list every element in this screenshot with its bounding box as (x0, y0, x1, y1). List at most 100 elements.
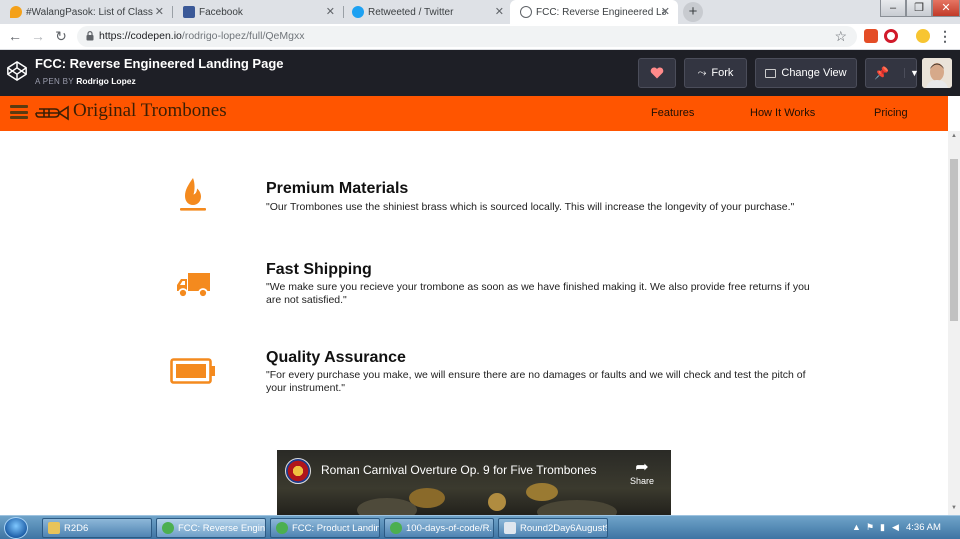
browser-tab-3-active[interactable]: FCC: Reverse Engineered Landing ✕ (510, 0, 678, 24)
nav-link-features[interactable]: Features (651, 107, 694, 119)
pen-by-label: A PEN BY (35, 77, 74, 86)
layout-icon (765, 68, 777, 78)
star-icon[interactable]: ☆ (834, 28, 847, 45)
opera-icon[interactable] (884, 29, 898, 43)
feature-description: "For every purchase you make, we will en… (266, 369, 806, 394)
taskbar-item-label: FCC: Reverse Engine... (178, 522, 266, 534)
scroll-thumb[interactable] (950, 159, 958, 321)
features-section: Premium Materials "Our Trombones use the… (0, 131, 948, 515)
pen-title: FCC: Reverse Engineered Landing Page (35, 56, 284, 71)
feature-description: "We make sure you recieve your trombone … (266, 281, 810, 306)
fork-button[interactable]: ⤳ Fork (684, 58, 747, 88)
chrome-icon (276, 522, 288, 534)
video-thumbnail (357, 483, 617, 515)
brand-name: Original Trombones (73, 100, 227, 121)
youtube-video-embed[interactable]: Roman Carnival Overture Op. 9 for Five T… (277, 450, 671, 515)
taskbar-item[interactable]: Round2Day6August9... (498, 518, 608, 538)
feature-title: Fast Shipping (266, 261, 372, 278)
codepen-header: FCC: Reverse Engineered Landing Page A P… (0, 50, 960, 96)
forward-icon[interactable]: → (29, 28, 47, 44)
browser-tab-0[interactable]: #WalangPasok: List of Class susp ✕ (0, 0, 172, 24)
taskbar-item-active[interactable]: FCC: Reverse Engine... (156, 518, 266, 538)
feature-description: "Our Trombones use the shiniest brass wh… (266, 201, 795, 213)
fork-label: Fork (711, 67, 734, 79)
heart-icon (650, 67, 664, 79)
site-header: Original Trombones Features How It Works… (0, 96, 948, 131)
share-arrow-icon: ➦ (635, 459, 649, 476)
change-view-button[interactable]: Change View (755, 58, 857, 88)
nav-link-how-it-works[interactable]: How It Works (750, 107, 815, 119)
video-title[interactable]: Roman Carnival Overture Op. 9 for Five T… (321, 463, 596, 477)
facebook-icon (183, 6, 195, 18)
tab-favicon-icon (10, 6, 22, 18)
trombone-icon (35, 105, 69, 121)
chrome-icon (390, 522, 402, 534)
back-icon[interactable]: ← (6, 28, 24, 44)
heart-button[interactable] (638, 58, 676, 88)
tab-title: Facebook (199, 6, 243, 18)
scroll-up-arrow-icon[interactable]: ▲ (951, 133, 957, 139)
taskbar-item-label: R2D6 (64, 522, 89, 534)
pin-icon: 📌 (874, 66, 889, 80)
taskbar-item[interactable]: R2D6 (42, 518, 152, 538)
tab-strip: #WalangPasok: List of Class susp ✕ Faceb… (0, 0, 960, 24)
taskbar-item-label: 100-days-of-code/R... (406, 522, 494, 534)
browser-tab-1[interactable]: Facebook ✕ (173, 0, 343, 24)
start-button[interactable] (4, 517, 28, 539)
tab-title: FCC: Reverse Engineered Landing (536, 6, 666, 18)
tab-title: Retweeted / Twitter (368, 6, 454, 18)
folder-icon (48, 522, 60, 534)
flag-icon[interactable]: ⚑ (866, 522, 874, 533)
share-button[interactable]: ➦ Share (627, 459, 657, 487)
close-tab-icon[interactable]: ✕ (155, 5, 164, 18)
lock-icon (86, 31, 94, 41)
windows-taskbar: R2D6 FCC: Reverse Engine... FCC: Product… (0, 515, 960, 539)
chrome-icon (162, 522, 174, 534)
taskbar-item[interactable]: 100-days-of-code/R... (384, 518, 494, 538)
close-tab-icon[interactable]: ✕ (661, 5, 670, 18)
taskbar-item-label: Round2Day6August9... (520, 522, 607, 534)
browser-tab-2[interactable]: Retweeted / Twitter ✕ (342, 0, 512, 24)
extension-face-icon[interactable] (916, 29, 930, 43)
page-scrollbar[interactable]: ▲ ▼ (948, 131, 960, 515)
close-tab-icon[interactable]: ✕ (495, 5, 504, 18)
pin-button[interactable]: 📌 ▼ (865, 58, 919, 88)
extension-shield-icon[interactable] (864, 29, 878, 43)
feature-title: Premium Materials (266, 180, 409, 197)
restore-button[interactable]: ❐ (906, 0, 932, 17)
share-label: Share (629, 476, 655, 486)
scroll-down-arrow-icon[interactable]: ▼ (951, 505, 957, 511)
codepen-logo-icon[interactable] (6, 60, 28, 82)
show-hidden-icons-icon[interactable]: ▲ (852, 522, 861, 532)
new-tab-button[interactable]: + (683, 2, 703, 22)
network-icon[interactable]: ▮ (880, 522, 885, 533)
taskbar-item[interactable]: FCC: Product Landin... (270, 518, 380, 538)
chevron-down-icon[interactable]: ▼ (903, 68, 919, 78)
url-text: https://codepen.io/rodrigo-lopez/full/Qe… (99, 30, 304, 42)
channel-logo-icon[interactable] (285, 458, 311, 484)
reload-icon[interactable]: ↻ (52, 28, 70, 45)
pen-author-line: A PEN BY Rodrigo Lopez (35, 76, 136, 86)
taskbar-item-label: FCC: Product Landin... (292, 522, 380, 534)
fork-icon: ⤳ (697, 66, 707, 79)
globe-icon (520, 6, 532, 18)
battery-icon (170, 358, 215, 384)
pen-author[interactable]: Rodrigo Lopez (76, 76, 136, 86)
minimize-button[interactable]: – (880, 0, 906, 17)
change-view-label: Change View (781, 67, 847, 79)
user-avatar[interactable] (922, 58, 952, 88)
fire-icon (180, 178, 206, 211)
nav-link-pricing[interactable]: Pricing (874, 107, 908, 119)
url-host: https://codepen.io (99, 30, 182, 42)
url-path: /rodrigo-lopez/full/QeMgxx (181, 30, 305, 42)
truck-icon (177, 273, 210, 298)
document-icon (504, 522, 516, 534)
browser-toolbar: ← → ↻ https://codepen.io/rodrigo-lopez/f… (0, 24, 960, 50)
volume-icon[interactable]: ◀ (892, 522, 899, 533)
chrome-menu-icon[interactable]: ⋮ (936, 28, 954, 45)
address-bar[interactable]: https://codepen.io/rodrigo-lopez/full/Qe… (77, 26, 857, 47)
close-tab-icon[interactable]: ✕ (326, 5, 335, 18)
taskbar-clock[interactable]: 4:36 AM (906, 522, 941, 533)
close-window-button[interactable]: ✕ (932, 0, 960, 17)
hamburger-menu-icon[interactable] (10, 105, 28, 119)
